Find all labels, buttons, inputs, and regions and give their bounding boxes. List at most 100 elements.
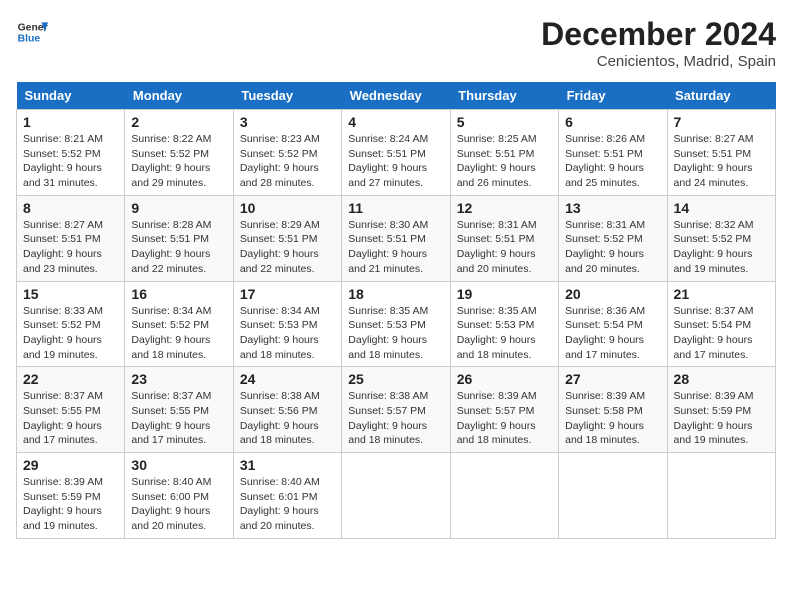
day-number: 18 bbox=[348, 286, 443, 302]
calendar-cell: 8 Sunrise: 8:27 AMSunset: 5:51 PMDaylight… bbox=[17, 195, 125, 281]
calendar-week-4: 22 Sunrise: 8:37 AMSunset: 5:55 PMDayligh… bbox=[17, 367, 776, 453]
calendar-cell: 7Sunrise: 8:27 AMSunset: 5:51 PMDaylight… bbox=[667, 110, 775, 196]
day-info: Sunrise: 8:30 AMSunset: 5:51 PMDaylight:… bbox=[348, 218, 443, 277]
day-number: 20 bbox=[565, 286, 660, 302]
day-info: Sunrise: 8:39 AMSunset: 5:57 PMDaylight:… bbox=[457, 389, 552, 448]
calendar-cell: 25 Sunrise: 8:38 AMSunset: 5:57 PMDayligh… bbox=[342, 367, 450, 453]
calendar-cell: 27 Sunrise: 8:39 AMSunset: 5:58 PMDayligh… bbox=[559, 367, 667, 453]
day-number: 12 bbox=[457, 200, 552, 216]
calendar-cell: 15Sunrise: 8:33 AMSunset: 5:52 PMDayligh… bbox=[17, 281, 125, 367]
day-info: Sunrise: 8:35 AMSunset: 5:53 PMDaylight:… bbox=[457, 304, 552, 363]
day-info: Sunrise: 8:37 AMSunset: 5:54 PMDaylight:… bbox=[674, 304, 769, 363]
calendar-cell: 19Sunrise: 8:35 AMSunset: 5:53 PMDayligh… bbox=[450, 281, 558, 367]
calendar-cell bbox=[342, 453, 450, 539]
day-number: 25 bbox=[348, 371, 443, 387]
day-number: 3 bbox=[240, 114, 335, 130]
day-number: 8 bbox=[23, 200, 118, 216]
day-number: 22 bbox=[23, 371, 118, 387]
calendar-cell: 21 Sunrise: 8:37 AMSunset: 5:54 PMDayligh… bbox=[667, 281, 775, 367]
day-info: Sunrise: 8:25 AMSunset: 5:51 PMDaylight:… bbox=[457, 132, 552, 191]
day-info: Sunrise: 8:22 AMSunset: 5:52 PMDaylight:… bbox=[131, 132, 226, 191]
logo-icon: General Blue bbox=[16, 16, 48, 48]
day-number: 9 bbox=[131, 200, 226, 216]
day-number: 15 bbox=[23, 286, 118, 302]
day-number: 2 bbox=[131, 114, 226, 130]
day-info: Sunrise: 8:38 AMSunset: 5:56 PMDaylight:… bbox=[240, 389, 335, 448]
day-number: 30 bbox=[131, 457, 226, 473]
day-number: 4 bbox=[348, 114, 443, 130]
day-number: 21 bbox=[674, 286, 769, 302]
day-info: Sunrise: 8:31 AMSunset: 5:51 PMDaylight:… bbox=[457, 218, 552, 277]
day-number: 1 bbox=[23, 114, 118, 130]
calendar-cell: 22 Sunrise: 8:37 AMSunset: 5:55 PMDayligh… bbox=[17, 367, 125, 453]
calendar-week-2: 8 Sunrise: 8:27 AMSunset: 5:51 PMDaylight… bbox=[17, 195, 776, 281]
calendar-cell: 12 Sunrise: 8:31 AMSunset: 5:51 PMDayligh… bbox=[450, 195, 558, 281]
col-header-thursday: Thursday bbox=[450, 82, 558, 110]
day-info: Sunrise: 8:38 AMSunset: 5:57 PMDaylight:… bbox=[348, 389, 443, 448]
calendar-cell: 16 Sunrise: 8:34 AMSunset: 5:52 PMDayligh… bbox=[125, 281, 233, 367]
day-number: 31 bbox=[240, 457, 335, 473]
day-info: Sunrise: 8:32 AMSunset: 5:52 PMDaylight:… bbox=[674, 218, 769, 277]
day-number: 7 bbox=[674, 114, 769, 130]
calendar-cell: 13 Sunrise: 8:31 AMSunset: 5:52 PMDayligh… bbox=[559, 195, 667, 281]
calendar-cell: 26 Sunrise: 8:39 AMSunset: 5:57 PMDayligh… bbox=[450, 367, 558, 453]
col-header-friday: Friday bbox=[559, 82, 667, 110]
day-number: 17 bbox=[240, 286, 335, 302]
day-number: 29 bbox=[23, 457, 118, 473]
day-info: Sunrise: 8:40 AMSunset: 6:00 PMDaylight:… bbox=[131, 475, 226, 534]
day-number: 27 bbox=[565, 371, 660, 387]
page-header: General Blue December 2024 Cenicientos, … bbox=[16, 16, 776, 70]
day-number: 24 bbox=[240, 371, 335, 387]
day-info: Sunrise: 8:40 AMSunset: 6:01 PMDaylight:… bbox=[240, 475, 335, 534]
month-title: December 2024 bbox=[541, 16, 776, 53]
col-header-sunday: Sunday bbox=[17, 82, 125, 110]
col-header-tuesday: Tuesday bbox=[233, 82, 341, 110]
day-info: Sunrise: 8:28 AMSunset: 5:51 PMDaylight:… bbox=[131, 218, 226, 277]
day-number: 14 bbox=[674, 200, 769, 216]
calendar-cell: 11Sunrise: 8:30 AMSunset: 5:51 PMDayligh… bbox=[342, 195, 450, 281]
calendar-cell: 6Sunrise: 8:26 AMSunset: 5:51 PMDaylight… bbox=[559, 110, 667, 196]
day-info: Sunrise: 8:36 AMSunset: 5:54 PMDaylight:… bbox=[565, 304, 660, 363]
day-info: Sunrise: 8:39 AMSunset: 5:59 PMDaylight:… bbox=[674, 389, 769, 448]
calendar-cell: 23Sunrise: 8:37 AMSunset: 5:55 PMDayligh… bbox=[125, 367, 233, 453]
day-info: Sunrise: 8:26 AMSunset: 5:51 PMDaylight:… bbox=[565, 132, 660, 191]
day-info: Sunrise: 8:35 AMSunset: 5:53 PMDaylight:… bbox=[348, 304, 443, 363]
day-info: Sunrise: 8:24 AMSunset: 5:51 PMDaylight:… bbox=[348, 132, 443, 191]
calendar-week-3: 15Sunrise: 8:33 AMSunset: 5:52 PMDayligh… bbox=[17, 281, 776, 367]
svg-text:Blue: Blue bbox=[18, 34, 41, 45]
calendar-week-1: 1Sunrise: 8:21 AMSunset: 5:52 PMDaylight… bbox=[17, 110, 776, 196]
calendar-cell: 10 Sunrise: 8:29 AMSunset: 5:51 PMDayligh… bbox=[233, 195, 341, 281]
calendar-cell: 3 Sunrise: 8:23 AMSunset: 5:52 PMDaylight… bbox=[233, 110, 341, 196]
col-header-saturday: Saturday bbox=[667, 82, 775, 110]
calendar-cell: 31 Sunrise: 8:40 AMSunset: 6:01 PMDayligh… bbox=[233, 453, 341, 539]
day-number: 28 bbox=[674, 371, 769, 387]
day-number: 26 bbox=[457, 371, 552, 387]
logo: General Blue bbox=[16, 16, 48, 48]
title-block: December 2024 Cenicientos, Madrid, Spain bbox=[541, 16, 776, 70]
location: Cenicientos, Madrid, Spain bbox=[541, 53, 776, 70]
calendar-table: SundayMondayTuesdayWednesdayThursdayFrid… bbox=[16, 82, 776, 539]
calendar-header-row: SundayMondayTuesdayWednesdayThursdayFrid… bbox=[17, 82, 776, 110]
day-info: Sunrise: 8:23 AMSunset: 5:52 PMDaylight:… bbox=[240, 132, 335, 191]
day-number: 5 bbox=[457, 114, 552, 130]
day-info: Sunrise: 8:39 AMSunset: 5:58 PMDaylight:… bbox=[565, 389, 660, 448]
day-number: 13 bbox=[565, 200, 660, 216]
col-header-monday: Monday bbox=[125, 82, 233, 110]
day-info: Sunrise: 8:39 AMSunset: 5:59 PMDaylight:… bbox=[23, 475, 118, 534]
day-info: Sunrise: 8:37 AMSunset: 5:55 PMDaylight:… bbox=[23, 389, 118, 448]
calendar-cell: 30 Sunrise: 8:40 AMSunset: 6:00 PMDayligh… bbox=[125, 453, 233, 539]
calendar-cell: 5 Sunrise: 8:25 AMSunset: 5:51 PMDaylight… bbox=[450, 110, 558, 196]
calendar-cell bbox=[559, 453, 667, 539]
day-info: Sunrise: 8:29 AMSunset: 5:51 PMDaylight:… bbox=[240, 218, 335, 277]
day-number: 16 bbox=[131, 286, 226, 302]
calendar-cell: 28 Sunrise: 8:39 AMSunset: 5:59 PMDayligh… bbox=[667, 367, 775, 453]
calendar-cell: 4 Sunrise: 8:24 AMSunset: 5:51 PMDaylight… bbox=[342, 110, 450, 196]
calendar-cell: 24 Sunrise: 8:38 AMSunset: 5:56 PMDayligh… bbox=[233, 367, 341, 453]
day-info: Sunrise: 8:27 AMSunset: 5:51 PMDaylight:… bbox=[23, 218, 118, 277]
col-header-wednesday: Wednesday bbox=[342, 82, 450, 110]
day-info: Sunrise: 8:31 AMSunset: 5:52 PMDaylight:… bbox=[565, 218, 660, 277]
calendar-cell bbox=[667, 453, 775, 539]
day-info: Sunrise: 8:34 AMSunset: 5:52 PMDaylight:… bbox=[131, 304, 226, 363]
day-number: 10 bbox=[240, 200, 335, 216]
calendar-cell bbox=[450, 453, 558, 539]
